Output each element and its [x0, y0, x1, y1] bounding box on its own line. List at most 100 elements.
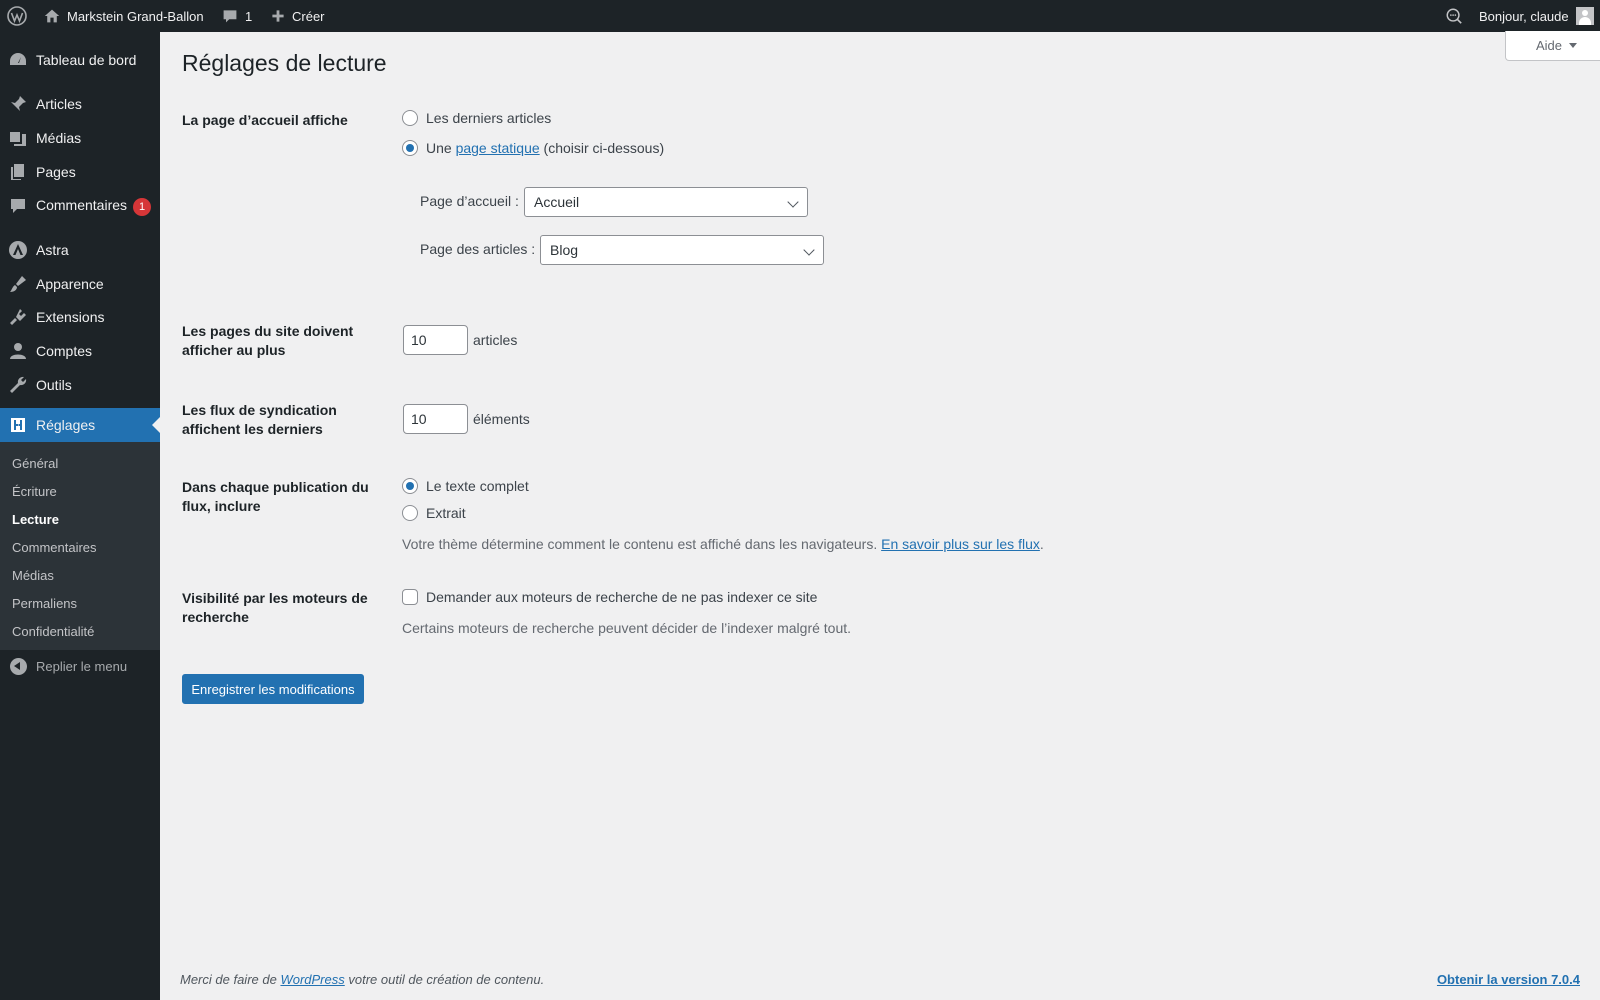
posts-page-select-label: Page des articles :	[420, 241, 536, 257]
plugin-icon	[8, 307, 28, 327]
discourage-search-checkbox[interactable]	[402, 589, 418, 605]
radio-latest-posts[interactable]	[402, 110, 418, 126]
feed-items-unit: éléments	[473, 411, 530, 427]
sidebar-item-appearance[interactable]: Apparence	[0, 267, 160, 301]
submenu-media[interactable]: Médias	[12, 568, 54, 583]
sidebar-item-tools[interactable]: Outils	[0, 368, 160, 402]
pages-icon	[8, 162, 28, 182]
search-icon	[1446, 8, 1462, 24]
submenu-writing[interactable]: Écriture	[12, 484, 57, 499]
submenu-discussion[interactable]: Commentaires	[12, 540, 97, 555]
chevron-down-icon	[787, 196, 799, 208]
feed-description: Votre thème détermine comment le contenu…	[402, 536, 1044, 552]
posts-page-select-value: Blog	[550, 242, 579, 258]
checkbox-label: Demander aux moteurs de recherche de ne …	[426, 589, 818, 605]
sidebar-item-label: Outils	[36, 377, 72, 393]
option-excerpt[interactable]: Extrait	[402, 505, 466, 521]
sidebar-item-label: Médias	[36, 130, 82, 146]
radio-excerpt[interactable]	[402, 505, 418, 521]
sidebar-item-label: Réglages	[36, 417, 96, 433]
wrench-icon	[8, 375, 28, 395]
comment-icon	[8, 196, 28, 216]
update-version-link[interactable]: Obtenir la version 7.0.4	[1437, 972, 1580, 987]
sidebar-item-label: Commentaires 1	[36, 197, 152, 216]
comments-link[interactable]: 1	[222, 0, 252, 32]
collapse-menu-label: Replier le menu	[36, 658, 128, 674]
user-icon	[8, 341, 28, 361]
settings-submenu: Général Écriture Lecture Commentaires Mé…	[0, 442, 160, 650]
wordpress-logo-icon[interactable]	[7, 0, 27, 32]
comments-count: 1	[245, 8, 253, 24]
radio-full-text[interactable]	[402, 478, 418, 494]
sidebar-item-astra[interactable]: Astra	[0, 233, 160, 267]
help-label: Aide	[1535, 38, 1563, 53]
page-title: Réglages de lecture	[182, 50, 387, 76]
astra-icon	[8, 240, 28, 260]
wordpress-link[interactable]: WordPress	[280, 972, 344, 987]
submenu-general[interactable]: Général	[12, 456, 58, 471]
sidebar-item-dashboard[interactable]: Tableau de bord	[0, 43, 160, 77]
media-icon	[8, 128, 28, 148]
option-static-page[interactable]: Une page statique (choisir ci-dessous)	[402, 140, 664, 156]
admin-bar: Markstein Grand-Ballon 1 Créer Bonjour, …	[0, 0, 1600, 32]
homepage-select-label: Page d’accueil :	[420, 193, 519, 209]
site-name-link[interactable]: Markstein Grand-Ballon	[44, 0, 204, 32]
sidebar-item-media[interactable]: Médias	[0, 121, 160, 155]
discourage-search-option[interactable]: Demander aux moteurs de recherche de ne …	[402, 589, 817, 605]
option-full-text[interactable]: Le texte complet	[402, 478, 529, 494]
option-label: Le texte complet	[426, 478, 529, 494]
static-page-link[interactable]: page statique	[456, 140, 540, 156]
sidebar-item-users[interactable]: Comptes	[0, 334, 160, 368]
sidebar-item-label: Comptes	[36, 343, 93, 359]
collapse-menu-button[interactable]: Replier le menu	[0, 648, 160, 684]
feed-items-input[interactable]: 10	[403, 404, 468, 434]
sidebar-item-label: Apparence	[36, 276, 104, 292]
pin-icon	[8, 94, 28, 114]
site-name: Markstein Grand-Ballon	[67, 8, 204, 24]
footer-credit: Merci de faire de WordPress votre outil …	[180, 972, 545, 987]
search-visibility-description: Certains moteurs de recherche peuvent dé…	[402, 620, 852, 636]
homepage-select[interactable]: Accueil	[524, 187, 808, 217]
submenu-privacy[interactable]: Confidentialité	[12, 624, 94, 639]
brush-icon	[8, 274, 28, 294]
sidebar-item-label: Pages	[36, 164, 76, 180]
plus-icon	[272, 10, 284, 22]
search-toggle[interactable]	[1445, 0, 1463, 32]
sidebar-item-label: Articles	[36, 96, 82, 112]
comment-icon	[223, 10, 237, 23]
comments-badge: 1	[133, 197, 152, 216]
option-label: Extrait	[426, 505, 466, 521]
admin-sidebar: Tableau de bord Articles Médias Pages Co…	[0, 32, 160, 1000]
sidebar-item-label: Extensions	[36, 309, 105, 325]
radio-static-page[interactable]	[402, 140, 418, 156]
sidebar-item-extensions[interactable]: Extensions	[0, 300, 160, 334]
option-latest-posts[interactable]: Les derniers articles	[402, 110, 551, 126]
posts-per-page-input[interactable]: 10	[403, 325, 468, 355]
sidebar-item-articles[interactable]: Articles	[0, 87, 160, 121]
home-icon	[44, 9, 60, 23]
create-link[interactable]: Créer	[271, 0, 325, 32]
account-menu[interactable]: Bonjour, claude	[1479, 0, 1594, 32]
save-changes-button[interactable]: Enregistrer les modifications	[182, 674, 364, 704]
dashboard-icon	[8, 50, 28, 70]
option-label: Une page statique (choisir ci-dessous)	[426, 140, 665, 156]
settings-icon	[8, 415, 28, 435]
submenu-permalinks[interactable]: Permaliens	[12, 596, 77, 611]
sidebar-item-label: Astra	[36, 242, 69, 258]
posts-page-select[interactable]: Blog	[540, 235, 824, 265]
submenu-reading[interactable]: Lecture	[12, 512, 59, 527]
homepage-select-value: Accueil	[534, 194, 580, 210]
front-page-label: La page d’accueil affiche	[182, 112, 348, 128]
sidebar-item-comments[interactable]: Commentaires 1	[0, 189, 160, 223]
option-label: Les derniers articles	[426, 110, 552, 126]
sidebar-item-label: Tableau de bord	[36, 52, 137, 68]
greeting: Bonjour, claude	[1479, 8, 1569, 24]
main-content: Aide Réglages de lecture La page d’accue…	[160, 31, 1600, 1000]
sidebar-item-pages[interactable]: Pages	[0, 155, 160, 189]
help-button[interactable]: Aide	[1505, 31, 1600, 61]
collapse-arrow-icon	[10, 658, 27, 675]
chevron-down-icon	[803, 244, 815, 256]
feeds-learn-more-link[interactable]: En savoir plus sur les flux	[881, 536, 1040, 552]
feed-content-label: Dans chaque publication du flux, inclure	[182, 479, 369, 514]
sidebar-item-settings[interactable]: Réglages	[0, 408, 160, 442]
